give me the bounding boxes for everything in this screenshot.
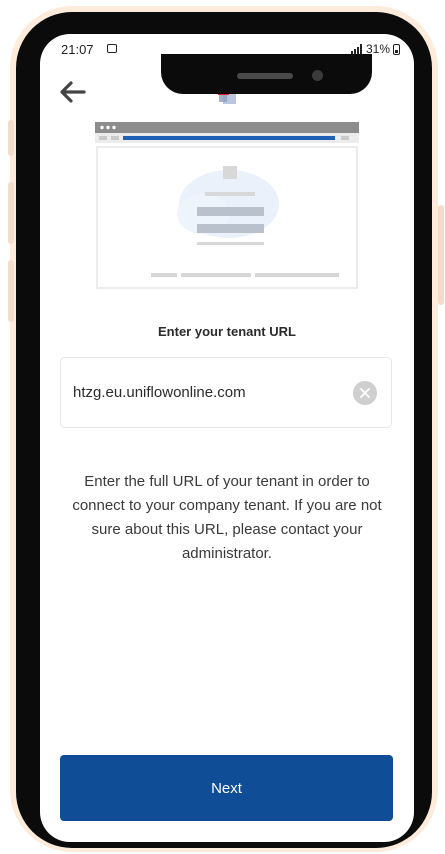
phone-power-button bbox=[438, 205, 444, 305]
speaker-grille bbox=[237, 73, 293, 79]
battery-icon bbox=[393, 43, 400, 55]
tenant-url-title: Enter your tenant URL bbox=[158, 324, 296, 339]
front-camera bbox=[312, 70, 323, 81]
phone-volume-down-button bbox=[8, 260, 14, 322]
tenant-url-help-text: Enter the full URL of your tenant in ord… bbox=[72, 473, 382, 562]
next-button[interactable]: Next bbox=[60, 755, 393, 821]
phone-screen: 21:07 31% Enter your tenant URL htzg.eu.… bbox=[40, 34, 414, 842]
camera-notch bbox=[161, 54, 372, 94]
signal-icon bbox=[350, 44, 363, 54]
gallery-notification-icon bbox=[107, 44, 117, 53]
browser-illustration bbox=[95, 122, 359, 289]
tenant-url-input[interactable] bbox=[73, 384, 343, 401]
clear-circle-icon[interactable] bbox=[353, 381, 377, 405]
tenant-url-field[interactable] bbox=[60, 357, 392, 428]
phone-volume-up-button bbox=[8, 182, 14, 244]
status-time: 21:07 bbox=[61, 42, 94, 57]
phone-side-button bbox=[8, 120, 14, 156]
arrow-left-icon[interactable] bbox=[58, 80, 86, 104]
